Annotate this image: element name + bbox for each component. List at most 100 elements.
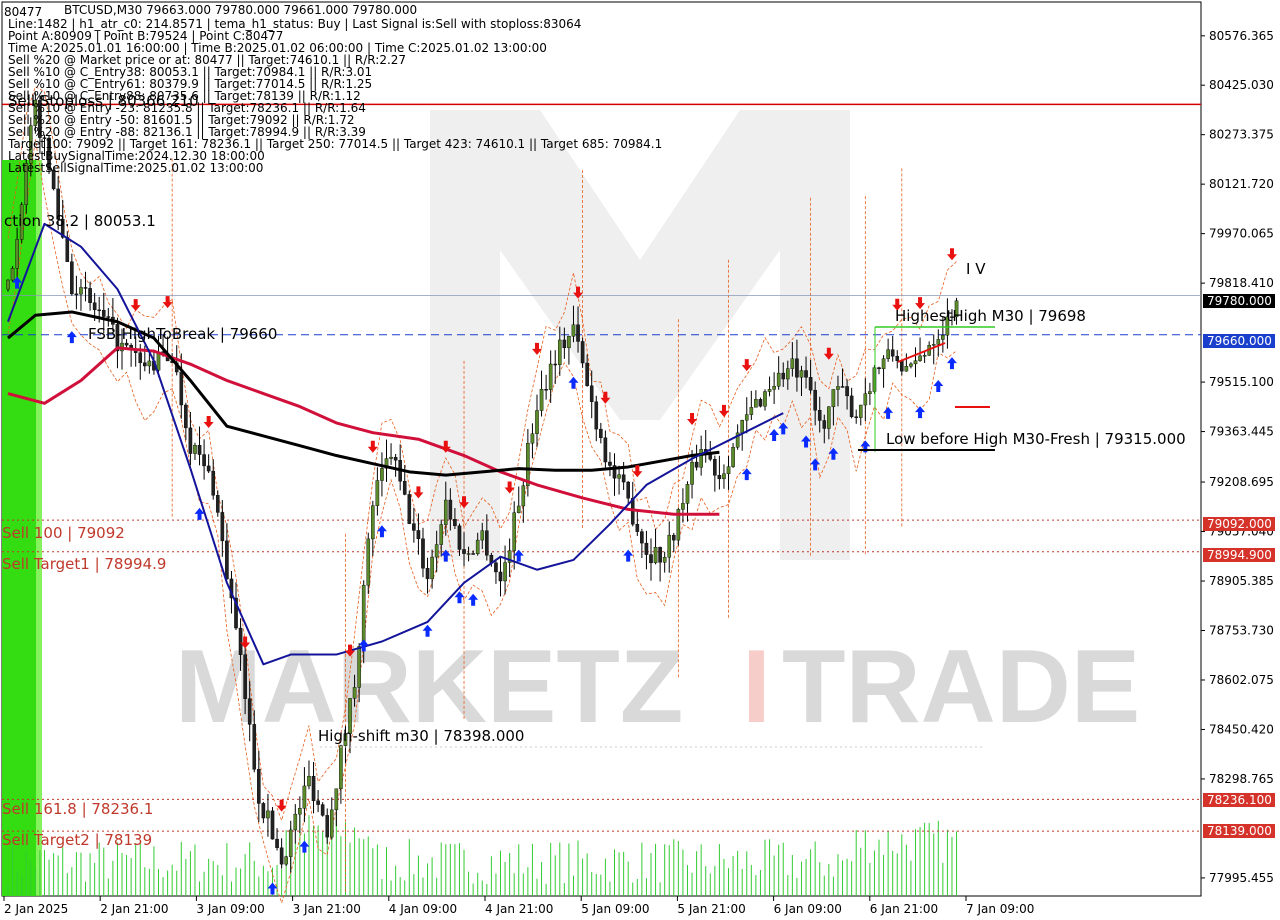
candle-body <box>845 386 849 397</box>
candle-body <box>284 856 288 865</box>
x-tick-label: 7 Jan 09:00 <box>966 902 1034 916</box>
candle-body <box>311 775 316 801</box>
candle-body <box>293 813 298 831</box>
candle-body <box>671 534 676 541</box>
candle-body <box>535 410 539 434</box>
candle-body <box>361 584 366 647</box>
candle-body <box>936 339 941 345</box>
candle-body <box>644 542 649 555</box>
candle-body <box>717 475 722 480</box>
candle-body <box>571 324 576 337</box>
candle-body <box>357 646 361 688</box>
x-tick-label: 2 Jan 2025 <box>4 902 68 916</box>
y-tick-label: 78602.075 <box>1209 673 1274 687</box>
sell-arrow-icon <box>946 248 957 261</box>
y-tick-label: 80425.030 <box>1209 78 1274 92</box>
candle-body <box>699 449 703 468</box>
buy-arrow-icon <box>66 331 77 344</box>
buy-arrow-icon <box>568 376 579 389</box>
candle-body <box>275 838 279 848</box>
candle-body <box>74 293 79 296</box>
candle-body <box>617 474 621 479</box>
symbol-line: BTCUSD,M30 79663.000 79780.000 79661.000… <box>64 3 417 17</box>
candle-body <box>817 410 822 421</box>
candle-body <box>261 803 266 819</box>
high-shift-label: High-shift m30 | 78398.000 <box>318 727 524 745</box>
y-tick-label: 78753.730 <box>1209 623 1274 637</box>
candle-body <box>849 395 854 417</box>
candle-body <box>88 288 92 303</box>
candle-body <box>526 442 530 486</box>
candle-body <box>840 386 845 388</box>
x-tick-label: 3 Jan 21:00 <box>293 902 361 916</box>
candle-body <box>681 503 685 510</box>
sell-arrow-icon <box>130 299 141 312</box>
candle-body <box>740 419 744 434</box>
candle-body <box>854 416 859 418</box>
buy-arrow-icon <box>454 591 465 604</box>
candle-body <box>521 485 526 507</box>
sell-arrow-icon <box>276 799 287 812</box>
buy-arrow-icon <box>883 406 894 419</box>
candle-body <box>462 549 466 554</box>
candle-body <box>539 389 544 411</box>
level-label-sell100: Sell 100 | 79092 <box>2 524 125 542</box>
candle-body <box>557 339 562 365</box>
candle-body <box>101 309 106 317</box>
candle-body <box>804 370 808 378</box>
y-tick-label: 80273.375 <box>1209 128 1274 142</box>
sell-arrow-icon <box>413 486 424 499</box>
candle-body <box>831 389 836 408</box>
candle-body <box>238 627 243 655</box>
level-label-target1: Sell Target1 | 78994.9 <box>2 555 166 573</box>
candle-body <box>225 540 229 580</box>
candle-body <box>329 809 334 838</box>
x-tick-label: 4 Jan 21:00 <box>485 902 553 916</box>
candle-body <box>407 494 412 524</box>
candle-body <box>202 454 206 467</box>
y-tick-label: 79208.695 <box>1209 475 1274 489</box>
candle-body <box>658 547 662 563</box>
candle-body <box>922 355 927 357</box>
candle-body <box>877 367 881 370</box>
candle-body <box>868 391 872 394</box>
candle-body <box>599 428 603 438</box>
watermark-right: TRADE <box>782 629 1140 745</box>
candle-body <box>516 505 521 513</box>
candle-body <box>763 391 767 407</box>
candle-body <box>621 474 626 483</box>
candle-body <box>480 530 485 541</box>
candle-body <box>97 309 102 312</box>
candle-body <box>316 800 320 805</box>
price-chart: MARKETZ I TRADE 80477 BTCUSD,M30 79663.0… <box>1 1 1275 916</box>
x-tick-label: 5 Jan 21:00 <box>677 902 745 916</box>
candle-body <box>722 473 726 480</box>
candle-body <box>266 810 270 819</box>
candle-body <box>211 470 216 496</box>
y-tick-label: 80576.365 <box>1209 29 1274 43</box>
candle-body <box>548 363 553 390</box>
x-tick-label: 6 Jan 09:00 <box>774 902 842 916</box>
candle-body <box>320 804 325 816</box>
candle-body <box>475 539 480 555</box>
badge-target2: 78139.000 <box>1207 824 1272 838</box>
y-tick-label: 79970.065 <box>1209 227 1274 241</box>
y-tick-label: 77995.455 <box>1209 871 1274 885</box>
candle-body <box>215 495 220 513</box>
candle-body <box>909 363 913 367</box>
candle-body <box>767 389 772 392</box>
candle-body <box>243 654 247 699</box>
candle-body <box>494 562 498 573</box>
y-tick-label: 79363.445 <box>1209 425 1274 439</box>
candle-body <box>138 352 143 363</box>
candle-body <box>393 456 398 461</box>
candle-body <box>690 461 694 485</box>
y-tick-label: 79515.100 <box>1209 375 1274 389</box>
candle-body <box>744 414 749 421</box>
candle-body <box>439 524 444 545</box>
candle-body <box>302 785 307 809</box>
candle-body <box>863 393 868 406</box>
candle-body <box>772 386 776 390</box>
candle-body <box>799 370 804 378</box>
candle-body <box>65 237 70 262</box>
